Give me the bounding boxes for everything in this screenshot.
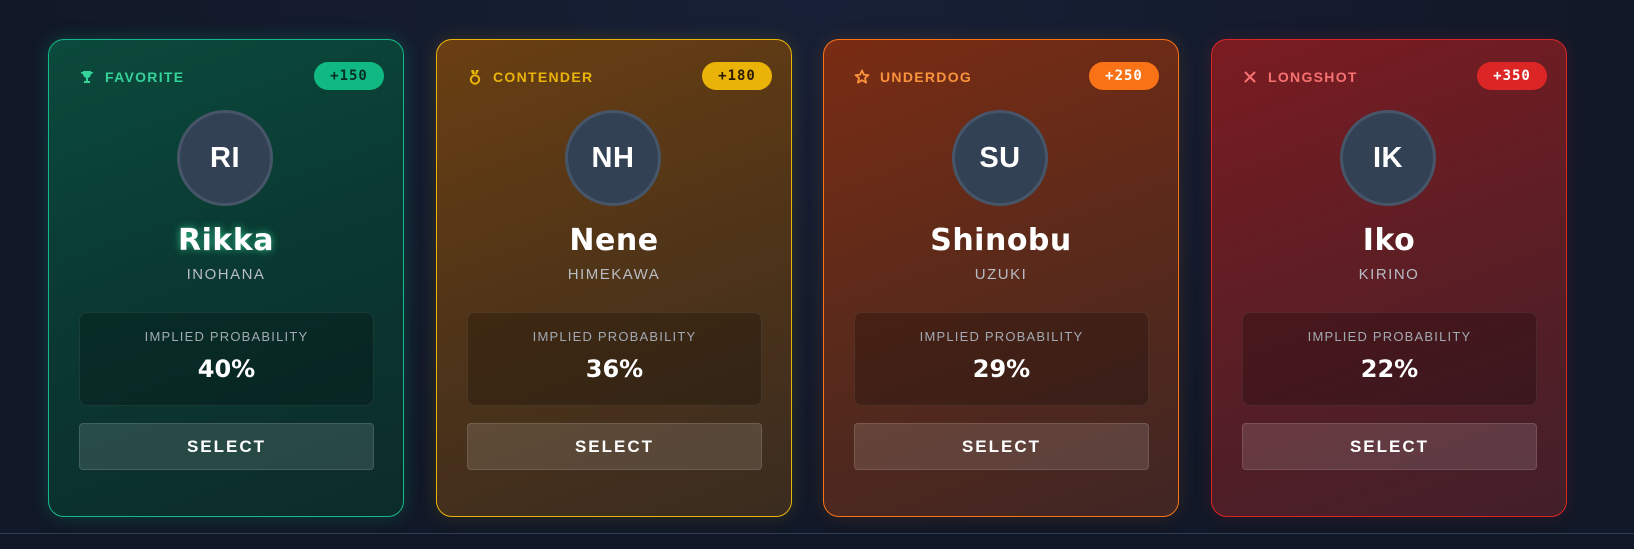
contestant-first-name: Iko (1362, 223, 1416, 258)
contestant-card-shinobu[interactable]: UNDERDOG +250 SU Shinobu UZUKI IMPLIED P… (823, 39, 1179, 517)
contestant-last-name: INOHANA (186, 266, 266, 283)
tier-label: UNDERDOG (854, 69, 972, 85)
avatar: IK (1340, 110, 1436, 206)
probability-panel: IMPLIED PROBABILITY 36% (467, 312, 762, 406)
select-button[interactable]: SELECT (1242, 423, 1537, 470)
probability-label: IMPLIED PROBABILITY (1307, 329, 1472, 344)
contestant-last-name: KIRINO (1358, 266, 1420, 283)
odds-badge: +250 (1089, 62, 1159, 90)
probability-value: 22% (1360, 355, 1419, 383)
contestant-first-name: Shinobu (930, 223, 1072, 258)
select-button[interactable]: SELECT (854, 423, 1149, 470)
contestant-card-nene[interactable]: CONTENDER +180 NH Nene HIMEKAWA IMPLIED … (436, 39, 792, 517)
select-button[interactable]: SELECT (467, 423, 762, 470)
probability-value: 36% (585, 355, 644, 383)
odds-badge: +350 (1477, 62, 1547, 90)
avatar: RI (177, 110, 273, 206)
contestant-last-name: UZUKI (974, 266, 1028, 283)
probability-value: 40% (197, 355, 256, 383)
divider (0, 533, 1634, 534)
odds-badge: +150 (314, 62, 384, 90)
odds-badge: +180 (702, 62, 772, 90)
probability-panel: IMPLIED PROBABILITY 29% (854, 312, 1149, 406)
tier-text: CONTENDER (493, 69, 594, 85)
probability-panel: IMPLIED PROBABILITY 40% (79, 312, 374, 406)
contestant-selection-screen: FAVORITE +150 RI Rikka INOHANA IMPLIED P… (0, 0, 1634, 549)
select-button[interactable]: SELECT (79, 423, 374, 470)
tier-text: FAVORITE (105, 69, 185, 85)
probability-panel: IMPLIED PROBABILITY 22% (1242, 312, 1537, 406)
tier-label: LONGSHOT (1242, 69, 1358, 85)
star-icon (854, 69, 870, 85)
contestant-first-name: Rikka (177, 223, 275, 258)
tier-label: CONTENDER (467, 69, 593, 85)
contestant-card-rikka[interactable]: FAVORITE +150 RI Rikka INOHANA IMPLIED P… (48, 39, 404, 517)
avatar: NH (565, 110, 661, 206)
contestant-card-iko[interactable]: LONGSHOT +350 IK Iko KIRINO IMPLIED PROB… (1211, 39, 1567, 517)
tier-text: UNDERDOG (880, 69, 973, 85)
probability-label: IMPLIED PROBABILITY (532, 329, 697, 344)
avatar: SU (952, 110, 1048, 206)
contestant-last-name: HIMEKAWA (567, 266, 661, 283)
medal-icon (467, 69, 483, 85)
tier-label: FAVORITE (79, 69, 184, 85)
contestant-first-name: Nene (569, 223, 659, 258)
probability-label: IMPLIED PROBABILITY (144, 329, 309, 344)
probability-value: 29% (972, 355, 1031, 383)
trophy-icon (79, 69, 95, 85)
probability-label: IMPLIED PROBABILITY (919, 329, 1084, 344)
tier-text: LONGSHOT (1268, 69, 1358, 85)
close-icon (1242, 69, 1258, 85)
